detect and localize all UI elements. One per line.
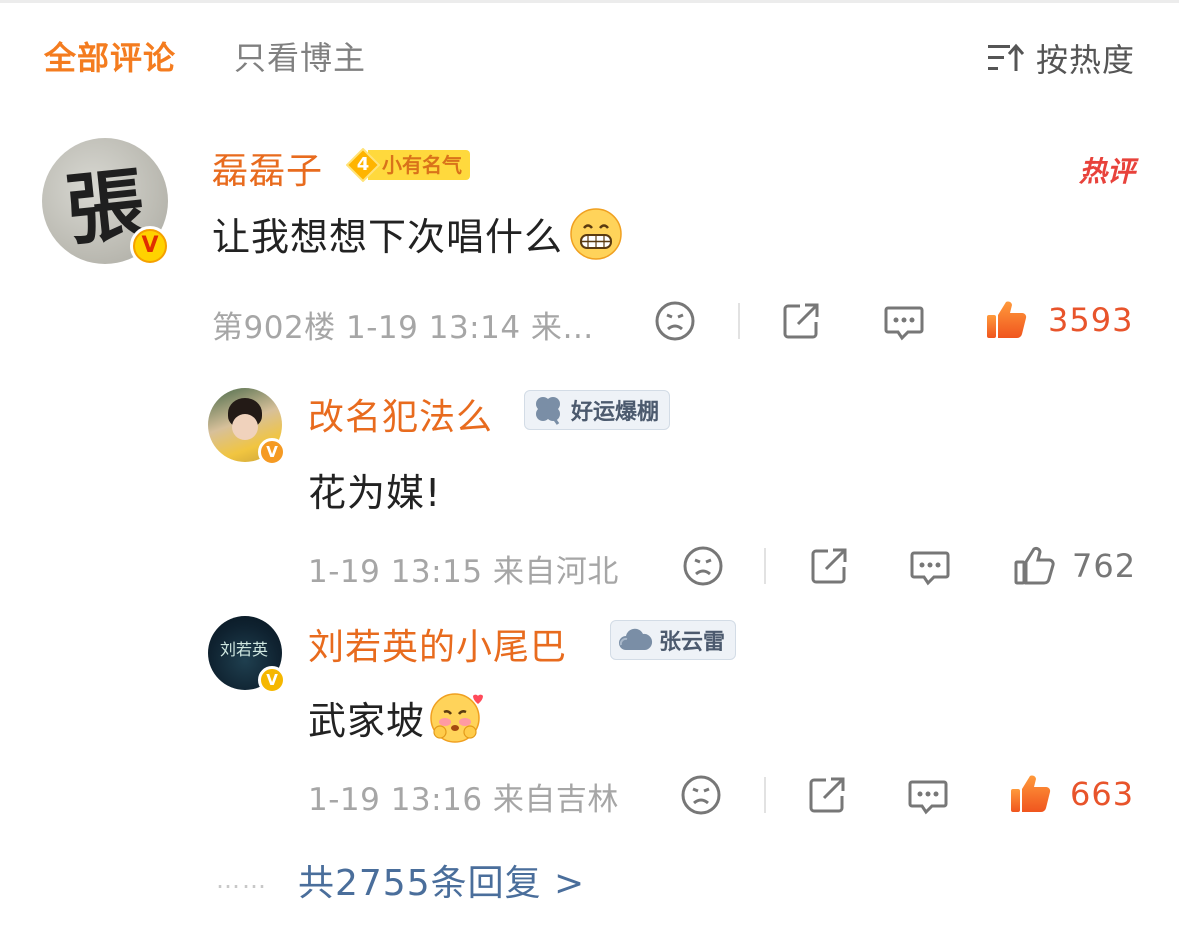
share-icon bbox=[811, 548, 847, 584]
reply-avatar[interactable]: V bbox=[208, 388, 286, 466]
thumbs-up-filled-icon bbox=[1011, 775, 1051, 813]
sort-icon bbox=[987, 43, 1024, 71]
more-replies-dots: …… bbox=[216, 866, 268, 894]
main-comment-meta: 第902楼 1-19 13:14 来… bbox=[212, 310, 594, 346]
main-comment-username[interactable]: 磊磊子 bbox=[212, 142, 323, 194]
clover-icon bbox=[536, 397, 560, 425]
sort-button[interactable]: 按热度 bbox=[986, 36, 1135, 80]
hot-comment-tag: 热评 bbox=[1078, 155, 1135, 188]
tab-author-only[interactable]: 只看博主 bbox=[234, 36, 366, 80]
action-divider bbox=[764, 777, 766, 813]
share-button[interactable] bbox=[780, 300, 822, 342]
cloud-icon bbox=[619, 628, 653, 650]
share-button[interactable] bbox=[806, 774, 848, 816]
fan-badge: 张云雷 bbox=[610, 620, 737, 660]
verified-badge: V bbox=[258, 438, 286, 466]
fan-badge: 好运爆棚 bbox=[524, 390, 671, 430]
frown-face-icon bbox=[683, 546, 723, 586]
comment-bubble-icon bbox=[884, 306, 924, 341]
action-divider bbox=[764, 548, 766, 584]
reply-meta: 1-19 13:15 来自河北 bbox=[308, 554, 619, 590]
blush-emoji bbox=[430, 693, 484, 743]
tab-all-comments[interactable]: 全部评论 bbox=[44, 36, 176, 80]
reply-text: 花为媒! bbox=[308, 471, 442, 515]
verified-badge: V bbox=[130, 226, 170, 266]
share-button[interactable] bbox=[808, 545, 850, 587]
fan-badge-label: 张云雷 bbox=[659, 630, 726, 655]
comment-button[interactable] bbox=[882, 300, 926, 344]
comment-bubble-icon bbox=[910, 551, 950, 586]
share-icon bbox=[809, 777, 845, 813]
frown-face-icon bbox=[681, 775, 721, 815]
comment-button[interactable] bbox=[908, 545, 952, 589]
comment-tabs: 全部评论 只看博主 bbox=[44, 36, 424, 80]
main-comment-avatar[interactable]: 張 V bbox=[42, 138, 170, 266]
like-button[interactable]: 663 bbox=[1008, 772, 1134, 816]
sort-label: 按热度 bbox=[1035, 41, 1135, 79]
frown-face-icon bbox=[655, 301, 695, 341]
main-comment-text: 让我想想下次唱什么 bbox=[212, 206, 623, 261]
verified-badge: V bbox=[258, 666, 286, 694]
reply-username[interactable]: 刘若英的小尾巴 bbox=[308, 618, 567, 670]
comment-bubble-icon bbox=[908, 780, 948, 815]
dislike-button[interactable] bbox=[680, 774, 722, 816]
top-divider bbox=[0, 0, 1179, 3]
reply-meta: 1-19 13:16 来自吉林 bbox=[308, 782, 619, 818]
share-icon bbox=[783, 303, 819, 339]
reply-avatar[interactable]: 刘若英 V bbox=[208, 616, 286, 694]
more-replies-link[interactable]: 共2755条回复 > bbox=[298, 854, 585, 906]
thumbs-up-icon bbox=[1014, 546, 1055, 585]
like-button[interactable]: 762 bbox=[1012, 544, 1136, 588]
action-divider bbox=[738, 303, 740, 339]
more-replies[interactable]: …… 共2755条回复 > bbox=[216, 856, 585, 904]
like-button[interactable]: 3593 bbox=[984, 298, 1133, 342]
reply-text: 武家坡 bbox=[308, 688, 485, 746]
like-count: 762 bbox=[1072, 547, 1137, 585]
dislike-button[interactable] bbox=[682, 545, 724, 587]
grin-emoji bbox=[570, 207, 622, 260]
reply-username[interactable]: 改名犯法么 bbox=[308, 388, 493, 440]
thumbs-up-filled-icon bbox=[987, 301, 1027, 339]
level-badge: 4 小有名气 bbox=[345, 147, 470, 183]
fan-badge-label: 好运爆棚 bbox=[571, 400, 660, 425]
dislike-button[interactable] bbox=[654, 300, 696, 342]
like-count: 663 bbox=[1070, 775, 1135, 813]
like-count: 3593 bbox=[1048, 301, 1134, 339]
comment-button[interactable] bbox=[906, 774, 950, 818]
